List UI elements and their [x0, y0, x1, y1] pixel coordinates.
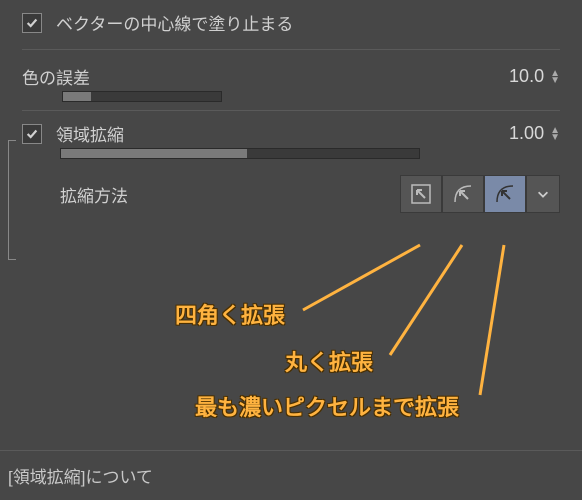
area-scaling-slider[interactable]: [60, 148, 420, 159]
area-scaling-value: 1.00: [509, 123, 544, 144]
area-scaling-label: 領域拡縮: [56, 121, 124, 146]
spinner-arrows-icon[interactable]: ▲▼: [550, 127, 560, 141]
color-tolerance-value: 10.0: [509, 66, 544, 87]
footer-link[interactable]: [領域拡縮]について: [0, 450, 582, 500]
scaling-method-group: [400, 175, 560, 213]
vector-stop-checkbox[interactable]: [22, 13, 42, 33]
footer-label: [領域拡縮]について: [8, 468, 153, 487]
spinner-arrows-icon[interactable]: ▲▼: [550, 70, 560, 84]
expand-round-button[interactable]: [442, 175, 484, 213]
color-tolerance-value-spinner[interactable]: 10.0 ▲▼: [509, 66, 560, 87]
expand-square-button[interactable]: [400, 175, 442, 213]
vector-stop-label: ベクターの中心線で塗り止まる: [56, 10, 293, 35]
area-scaling-row: 領域拡縮 1.00 ▲▼: [0, 111, 582, 148]
annotation-square: 四角く拡張: [175, 298, 285, 330]
area-scaling-checkbox[interactable]: [22, 124, 42, 144]
annotation-darkest: 最も濃いピクセルまで拡張: [195, 390, 459, 422]
expand-darkest-button[interactable]: [484, 175, 526, 213]
color-tolerance-row: 色の誤差 10.0 ▲▼: [0, 54, 582, 91]
separator: [22, 49, 560, 50]
scaling-method-row: 拡縮方法: [0, 169, 582, 219]
vector-stop-row: ベクターの中心線で塗り止まる: [0, 0, 582, 45]
method-dropdown-button[interactable]: [526, 175, 560, 213]
scaling-method-label: 拡縮方法: [60, 182, 128, 207]
area-scaling-value-spinner[interactable]: 1.00 ▲▼: [509, 123, 560, 144]
annotation-round: 丸く拡張: [285, 345, 373, 377]
color-tolerance-label: 色の誤差: [22, 64, 90, 89]
color-tolerance-slider[interactable]: [62, 91, 222, 102]
